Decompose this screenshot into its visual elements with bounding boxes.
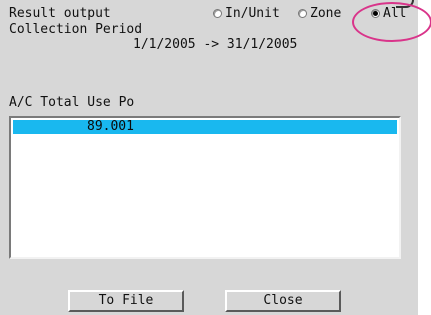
list-header-label: A/C Total Use Po bbox=[9, 95, 135, 110]
radio-zone-label: Zone bbox=[310, 6, 342, 21]
collection-period-label: Collection Period bbox=[9, 22, 143, 37]
result-output-dialog: Result output Collection Period 1/1/2005… bbox=[0, 0, 418, 315]
result-listbox[interactable]: 89.001 bbox=[9, 116, 401, 259]
radio-selected-icon bbox=[371, 9, 380, 18]
radio-all[interactable]: All bbox=[371, 6, 406, 21]
radio-circle-icon bbox=[213, 9, 222, 18]
result-output-label: Result output bbox=[9, 6, 111, 21]
radio-circle-icon bbox=[298, 9, 307, 18]
list-item-selected[interactable]: 89.001 bbox=[13, 120, 397, 134]
to-file-button[interactable]: To File bbox=[68, 290, 184, 312]
radio-in-unit[interactable]: In/Unit bbox=[213, 6, 280, 21]
close-button[interactable]: Close bbox=[225, 290, 341, 312]
radio-in-unit-label: In/Unit bbox=[225, 6, 280, 21]
radio-zone[interactable]: Zone bbox=[298, 6, 341, 21]
radio-all-label: All bbox=[383, 6, 407, 21]
collection-period-value: 1/1/2005 -> 31/1/2005 bbox=[133, 37, 298, 52]
list-item-value: 89.001 bbox=[87, 119, 134, 134]
